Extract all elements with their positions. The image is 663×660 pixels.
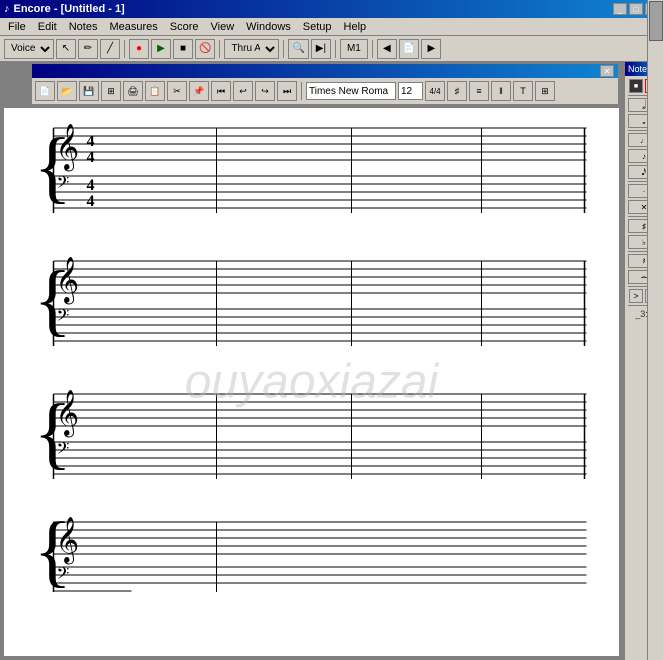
menu-bar: File Edit Notes Measures Score View Wind… bbox=[0, 18, 663, 36]
menu-measures[interactable]: Measures bbox=[103, 20, 163, 34]
separator-3 bbox=[283, 40, 284, 58]
thru-dropdown[interactable]: Thru A- bbox=[224, 39, 279, 59]
scroll-thumb[interactable] bbox=[649, 1, 663, 41]
ft-undo[interactable]: ↩ bbox=[233, 81, 253, 101]
main-area: ✕ 📄 📂 💾 ⊞ 🖨 📋 ✂ 📌 ⏮ ↩ ↪ ⏭ 4/4 ♯ ≡ bbox=[0, 62, 663, 660]
app-icon: ♪ bbox=[4, 3, 10, 15]
record-button[interactable]: ● bbox=[129, 39, 149, 59]
m1-label: M1 bbox=[340, 39, 368, 59]
separator-2 bbox=[219, 40, 220, 58]
staff-system-3: { 𝄞 𝄢 bbox=[24, 384, 599, 487]
font-size-input[interactable] bbox=[398, 82, 423, 100]
bass-time-top-1: 4 bbox=[87, 177, 95, 194]
title-bar-left: ♪ Encore - [Untitled - 1] bbox=[4, 3, 125, 15]
treble-clef-4: 𝄞 bbox=[56, 517, 80, 565]
forward-button[interactable]: ▶| bbox=[311, 39, 331, 59]
system-2-svg: { 𝄞 𝄢 bbox=[24, 251, 599, 351]
ft-time-sig[interactable]: 4/4 bbox=[425, 81, 445, 101]
window-title: Encore - [Untitled - 1] bbox=[14, 3, 125, 15]
pencil-tool[interactable]: ✏ bbox=[78, 39, 98, 59]
staff-system-2: { 𝄞 𝄢 bbox=[24, 251, 599, 354]
bass-clef-3: 𝄢 bbox=[57, 440, 70, 462]
nav-right[interactable]: ▶ bbox=[421, 39, 441, 59]
float-toolbar-content: 📄 📂 💾 ⊞ 🖨 📋 ✂ 📌 ⏮ ↩ ↪ ⏭ 4/4 ♯ ≡ ‖ T bbox=[32, 78, 618, 104]
maximize-button[interactable]: □ bbox=[629, 3, 643, 15]
ft-undo-all[interactable]: ⏮ bbox=[211, 81, 231, 101]
play-button[interactable]: ▶ bbox=[151, 39, 171, 59]
separator-1 bbox=[124, 40, 125, 58]
bass-time-bot-1: 4 bbox=[87, 193, 95, 210]
search-button[interactable]: 🔍 bbox=[288, 39, 308, 59]
float-toolbar: ✕ 📄 📂 💾 ⊞ 🖨 📋 ✂ 📌 ⏮ ↩ ↪ ⏭ 4/4 ♯ ≡ bbox=[30, 62, 620, 106]
system-4-svg: { 𝄞 𝄢 bbox=[24, 517, 599, 597]
main-toolbar: Voice - ↖ ✏ ╱ ● ▶ ■ 🚫 Thru A- 🔍 ▶| M1 ◀ … bbox=[0, 36, 663, 62]
sheet-container[interactable]: ouyaoxiazai { 𝄞 bbox=[4, 108, 619, 656]
ft-cut[interactable]: ✂ bbox=[167, 81, 187, 101]
time-sig-bot-1: 4 bbox=[87, 149, 95, 166]
no-button[interactable]: 🚫 bbox=[195, 39, 215, 59]
ft-align[interactable]: ≡ bbox=[469, 81, 489, 101]
float-toolbar-title: ✕ bbox=[32, 64, 618, 78]
arrow-tool[interactable]: ↖ bbox=[56, 39, 76, 59]
ft-accidental[interactable]: ♯ bbox=[447, 81, 467, 101]
stop-button[interactable]: ■ bbox=[173, 39, 193, 59]
menu-setup[interactable]: Setup bbox=[297, 20, 338, 34]
score-area: ✕ 📄 📂 💾 ⊞ 🖨 📋 ✂ 📌 ⏮ ↩ ↪ ⏭ 4/4 ♯ ≡ bbox=[0, 62, 623, 660]
ft-grid[interactable]: ⊞ bbox=[101, 81, 121, 101]
ft-separator bbox=[301, 82, 302, 100]
font-name-input[interactable] bbox=[306, 82, 396, 100]
ft-open[interactable]: 📂 bbox=[57, 81, 77, 101]
staff-system-4: { 𝄞 𝄢 bbox=[24, 517, 599, 600]
ft-new[interactable]: 📄 bbox=[35, 81, 55, 101]
minimize-button[interactable]: _ bbox=[613, 3, 627, 15]
system-1-svg: { 𝄞 4 4 bbox=[24, 118, 599, 218]
ft-redo-all[interactable]: ⏭ bbox=[277, 81, 297, 101]
page-icon: 📄 bbox=[399, 39, 419, 59]
bass-clef-4: 𝄢 bbox=[57, 565, 70, 587]
scrollbar[interactable] bbox=[647, 0, 663, 660]
ft-barline[interactable]: ‖ bbox=[491, 81, 511, 101]
accent-btn[interactable]: > bbox=[629, 289, 643, 303]
voice-dropdown[interactable]: Voice - bbox=[4, 39, 54, 59]
bass-clef-2: 𝄢 bbox=[57, 307, 70, 329]
bass-clef-1: 𝄢 bbox=[57, 174, 70, 196]
float-toolbar-close[interactable]: ✕ bbox=[600, 65, 614, 77]
ft-copy2[interactable]: 📋 bbox=[145, 81, 165, 101]
menu-score[interactable]: Score bbox=[164, 20, 205, 34]
eraser-tool[interactable]: ╱ bbox=[100, 39, 120, 59]
menu-edit[interactable]: Edit bbox=[32, 20, 63, 34]
ft-text[interactable]: T bbox=[513, 81, 533, 101]
ft-paste[interactable]: 📌 bbox=[189, 81, 209, 101]
system-3-svg: { 𝄞 𝄢 bbox=[24, 384, 599, 484]
ft-print[interactable]: 🖨 bbox=[123, 81, 143, 101]
staff-system-1: { 𝄞 4 4 bbox=[24, 118, 599, 221]
separator-4 bbox=[335, 40, 336, 58]
menu-file[interactable]: File bbox=[2, 20, 32, 34]
treble-clef-1: 𝄞 bbox=[56, 124, 80, 172]
nav-left[interactable]: ◀ bbox=[377, 39, 397, 59]
ft-more[interactable]: ⊞ bbox=[535, 81, 555, 101]
treble-clef-2: 𝄞 bbox=[56, 257, 80, 305]
separator-5 bbox=[372, 40, 373, 58]
ft-save[interactable]: 💾 bbox=[79, 81, 99, 101]
menu-notes[interactable]: Notes bbox=[63, 20, 104, 34]
note-black-btn[interactable]: ■ bbox=[629, 79, 643, 93]
menu-help[interactable]: Help bbox=[338, 20, 373, 34]
treble-clef-3: 𝄞 bbox=[56, 390, 80, 438]
time-sig-top-1: 4 bbox=[87, 133, 95, 150]
menu-view[interactable]: View bbox=[205, 20, 241, 34]
title-bar: ♪ Encore - [Untitled - 1] _ □ ✕ bbox=[0, 0, 663, 18]
ft-redo[interactable]: ↪ bbox=[255, 81, 275, 101]
menu-windows[interactable]: Windows bbox=[240, 20, 297, 34]
right-panel: Notes ✕ ■ ♩ 𝅗𝅥 𝅗 ♩ ♪ 𝅘𝅥𝅯 · ✕ ♯ ♭ 𝄽 bbox=[623, 62, 663, 660]
